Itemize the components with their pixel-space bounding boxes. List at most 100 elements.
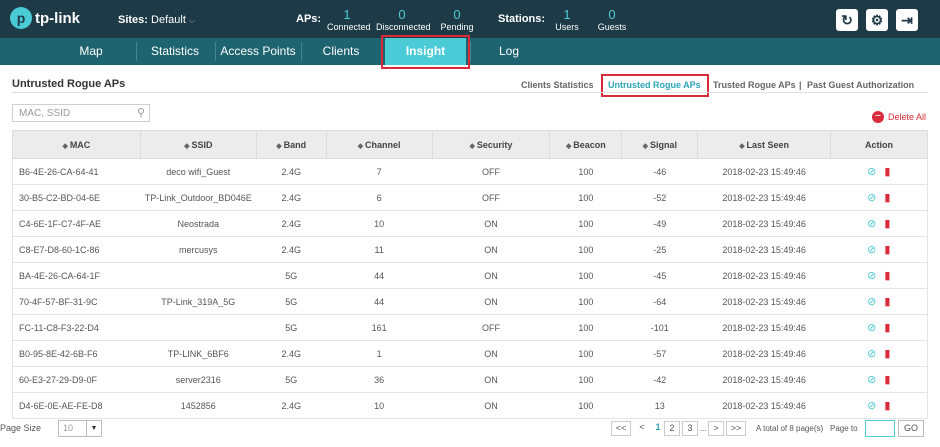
col-ssid[interactable]: ◆ SSID (139, 130, 257, 159)
sort-icon: ◆ (276, 142, 284, 150)
stations-users-count: 1 (563, 7, 571, 22)
prev-page-button[interactable]: < (634, 421, 650, 436)
cell-signal: -52 (621, 184, 698, 211)
page-2-button[interactable]: 2 (664, 421, 680, 436)
tab-map[interactable]: Map (60, 38, 122, 65)
trash-icon[interactable]: ▮ (884, 269, 890, 282)
cell-last-seen: 2018-02-23 15:49:46 (697, 314, 831, 341)
trash-icon[interactable]: ▮ (884, 191, 890, 204)
cell-channel: 10 (326, 210, 433, 237)
col-channel[interactable]: ◆ Channel (325, 130, 433, 159)
col-security[interactable]: ◆ Security (431, 130, 551, 159)
cell-signal: -42 (621, 366, 698, 393)
table-row: C4-6E-1F-C7-4F-AE Neostrada 2.4G 10 ON 100 -49… (12, 210, 928, 237)
cell-band: 2.4G (256, 210, 327, 237)
cell-signal: -57 (621, 340, 698, 367)
col-last-seen[interactable]: ◆ Last Seen (697, 130, 832, 159)
cell-security: OFF (432, 314, 550, 341)
block-icon[interactable]: ⊘ (867, 165, 876, 178)
col-mac[interactable]: ◆ MAC (12, 130, 141, 159)
subtab-trusted-rogue-aps[interactable]: Trusted Rogue APs (713, 80, 796, 90)
block-icon[interactable]: ⊘ (867, 269, 876, 282)
block-icon[interactable]: ⊘ (867, 347, 876, 360)
cell-channel: 36 (326, 366, 433, 393)
cell-beacon: 100 (549, 340, 622, 367)
table-body: B6-4E-26-CA-64-41 deco wifi_Guest 2.4G 7 OFF… (12, 158, 928, 419)
page-size-select[interactable]: 10 ▼ (58, 420, 102, 437)
trash-icon[interactable]: ▮ (884, 347, 890, 360)
first-page-button[interactable]: << (611, 421, 631, 436)
cell-band: 2.4G (256, 184, 327, 211)
col-channel-label: Channel (365, 139, 401, 150)
trash-icon[interactable]: ▮ (884, 243, 890, 256)
block-icon[interactable]: ⊘ (867, 373, 876, 386)
page-3-button[interactable]: 3 (682, 421, 698, 436)
col-last-seen-label: Last Seen (746, 139, 790, 150)
subtab-clients-statistics[interactable]: Clients Statistics (521, 80, 594, 90)
trash-icon[interactable]: ▮ (884, 399, 890, 412)
cell-last-seen: 2018-02-23 15:49:46 (697, 392, 831, 419)
search-icon[interactable]: ⚲ (137, 106, 145, 119)
block-icon[interactable]: ⊘ (867, 399, 876, 412)
cell-mac: B6-4E-26-CA-64-41 (12, 158, 141, 185)
cell-last-seen: 2018-02-23 15:49:46 (697, 288, 831, 315)
block-icon[interactable]: ⊘ (867, 191, 876, 204)
cell-signal: -101 (621, 314, 698, 341)
tab-access-points[interactable]: Access Points (218, 38, 298, 65)
cell-action: ⊘ ▮ (830, 366, 928, 393)
col-action: Action (830, 130, 928, 159)
aps-disconnected: 0 Disconnected (376, 8, 431, 33)
trash-icon[interactable]: ▮ (884, 321, 890, 334)
aps-connected-count: 1 (343, 7, 351, 22)
table-header-row: ◆ MAC ◆ SSID ◆ Band ◆ Channel ◆ Security… (12, 130, 928, 159)
cell-channel: 7 (326, 158, 433, 185)
cell-band: 5G (256, 288, 327, 315)
col-signal[interactable]: ◆ Signal (621, 130, 699, 159)
block-icon[interactable]: ⊘ (867, 243, 876, 256)
next-page-button[interactable]: > (708, 421, 724, 436)
cell-action: ⊘ ▮ (830, 210, 928, 237)
table-row: FC-11-C8-F3-22-D4 5G 161 OFF 100 -101 2018-02-… (12, 314, 928, 341)
aps-pending: 0 Pending (437, 8, 477, 33)
table-row: 30-B5-C2-BD-04-6E TP-Link_Outdoor_BD046E 2… (12, 184, 928, 211)
trash-icon[interactable]: ▮ (884, 373, 890, 386)
trash-icon[interactable]: ▮ (884, 217, 890, 230)
search-input[interactable]: MAC, SSID ⚲ (12, 104, 150, 122)
col-security-label: Security (476, 139, 513, 150)
stations-guests-count: 0 (608, 7, 616, 22)
logout-button[interactable]: ⇥ (896, 9, 918, 31)
site-selector[interactable]: Sites: Default ⌵ (118, 14, 195, 26)
cell-beacon: 100 (549, 314, 622, 341)
aps-connected: 1 Connected (327, 7, 371, 33)
col-band[interactable]: ◆ Band (255, 130, 327, 159)
sort-icon: ◆ (739, 142, 747, 150)
trash-icon[interactable]: ▮ (884, 165, 890, 178)
main-nav: Map Statistics Access Points Clients Ins… (0, 38, 940, 65)
subtab-past-guest-authorization[interactable]: Past Guest Authorization (807, 80, 914, 90)
cell-channel: 44 (326, 288, 433, 315)
settings-button[interactable]: ⚙ (866, 9, 888, 31)
page-to-input[interactable] (865, 420, 895, 437)
block-icon[interactable]: ⊘ (867, 295, 876, 308)
cell-last-seen: 2018-02-23 15:49:46 (697, 184, 831, 211)
cell-ssid: TP-LINK_6BF6 (140, 340, 257, 367)
block-icon[interactable]: ⊘ (867, 321, 876, 334)
go-button[interactable]: GO (898, 420, 924, 437)
last-page-button[interactable]: >> (726, 421, 746, 436)
trash-icon[interactable]: ▮ (884, 295, 890, 308)
cell-beacon: 100 (549, 262, 622, 289)
page-title: Untrusted Rogue APs (12, 78, 126, 90)
cell-action: ⊘ ▮ (830, 262, 928, 289)
cell-band: 2.4G (256, 158, 327, 185)
tab-clients[interactable]: Clients (304, 38, 378, 65)
block-icon[interactable]: ⊘ (867, 217, 876, 230)
col-beacon[interactable]: ◆ Beacon (549, 130, 623, 159)
refresh-button[interactable]: ↻ (836, 9, 858, 31)
tab-statistics[interactable]: Statistics (140, 38, 210, 65)
cell-security: ON (432, 340, 550, 367)
cell-last-seen: 2018-02-23 15:49:46 (697, 366, 831, 393)
cell-beacon: 100 (549, 392, 622, 419)
delete-all-button[interactable]: − Delete All (872, 111, 926, 123)
cell-security: ON (432, 210, 550, 237)
tab-log[interactable]: Log (474, 38, 544, 65)
